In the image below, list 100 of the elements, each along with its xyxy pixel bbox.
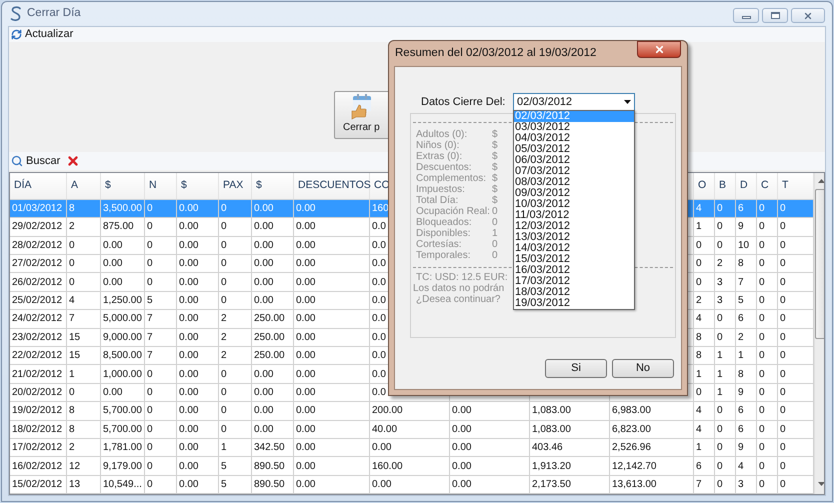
summary-value: $ [492, 184, 498, 195]
table-cell-text: 2 [221, 349, 227, 364]
summary-value: 0 [492, 250, 498, 261]
table-cell-text: 0.00 [179, 257, 198, 272]
table-cell-text: 1,250.00 [103, 294, 142, 308]
table-cell-text: 9 [738, 441, 744, 456]
table-cell-text: 7 [69, 312, 75, 326]
table-cell-text: 0 [147, 220, 153, 234]
table-cell-text: 0.00 [179, 404, 198, 418]
table-cell-text: 6,823.00 [612, 422, 651, 437]
table-cell-text: 0 [780, 220, 786, 234]
table-cell-text: 0 [759, 460, 765, 474]
table-cell-text: 3,500.00 [103, 202, 142, 216]
table-cell-text: 0 [780, 294, 786, 308]
table-cell-text: 1,000.00 [103, 368, 142, 382]
table-cell-text: 0 [717, 422, 723, 437]
table-cell-text: 0 [780, 386, 786, 400]
table-cell-text: 40.00 [372, 422, 398, 437]
table-cell-text: 1,781.00 [103, 441, 142, 456]
table-cell-text: 0 [221, 294, 227, 308]
table-cell-text: 2 [221, 330, 227, 345]
table-cell-text: 0 [759, 276, 765, 290]
table-cell-text: 0.00 [452, 478, 472, 492]
table-cell-text: 28/02/2012 [12, 238, 62, 253]
table-cell-text: 0.00 [103, 257, 122, 272]
table-cell-text: 0 [759, 368, 765, 382]
table-cell-text: 0 [759, 441, 765, 456]
table-cell-text: 0.00 [296, 478, 316, 492]
table-cell-text: 5 [147, 294, 153, 308]
table-cell-text: 0 [221, 404, 227, 418]
table-cell-text: 0 [221, 220, 227, 234]
table-cell-text: 0 [147, 202, 153, 216]
table-cell-text: 0.00 [179, 202, 198, 216]
table-cell-text: 13 [69, 478, 80, 492]
table-cell-text: 0.00 [254, 202, 274, 216]
table-cell-text: 0.00 [103, 238, 122, 253]
window-title: Cerrar Día [27, 6, 81, 22]
table-cell-text: 8,500.00 [103, 349, 142, 364]
date-label: Datos Cierre Del: [421, 94, 506, 110]
table-cell-text: 0 [147, 460, 153, 474]
table-cell-text: 1,913.20 [532, 460, 571, 474]
table-cell-text: 1 [221, 441, 227, 456]
table-cell-text: 0.00 [254, 404, 274, 418]
table-cell-text: 0.00 [296, 404, 316, 418]
table-cell-text: 8 [69, 422, 75, 437]
table-cell-text: 890.50 [254, 460, 285, 474]
table-cell-text: 1,083.00 [532, 422, 571, 437]
table-cell-text: 0.00 [296, 368, 316, 382]
table-cell-text: 6,983.00 [612, 404, 651, 418]
table-cell-text: 250.00 [254, 349, 285, 364]
table-cell-text: 875.00 [103, 220, 134, 234]
table-cell-text: 0 [759, 386, 765, 400]
table-cell-text: 0 [759, 422, 765, 437]
table-cell-text: 0.00 [254, 386, 274, 400]
table-cell-text: 3 [717, 276, 723, 290]
table-cell-text: 0 [759, 220, 765, 234]
table-cell-text: 0.00 [254, 238, 274, 253]
table-cell-text: 18/02/2012 [12, 422, 62, 437]
table-cell-text: 0 [780, 368, 786, 382]
table-cell-text: 250.00 [254, 312, 285, 326]
table-cell-text: 2,526.96 [612, 441, 651, 456]
table-cell-text: 0 [717, 312, 723, 326]
summary-value: 0 [492, 239, 498, 250]
table-cell-text: 0 [221, 368, 227, 382]
summary-note: TC: USD: 12.5 EUR: [415, 272, 508, 283]
table-cell-text: 0 [780, 441, 786, 456]
table-cell-text: 2 [696, 294, 702, 308]
table-cell-text: 1 [696, 441, 702, 456]
table-cell-text: 5 [221, 460, 227, 474]
table-cell-text: 2 [69, 220, 75, 234]
table-cell-text: 1 [717, 368, 723, 382]
summary-label: Disponibles: [416, 228, 472, 239]
table-cell-text: 4 [696, 422, 702, 437]
table-cell-text: 0.00 [103, 386, 122, 400]
table-cell-text: 0 [696, 238, 702, 253]
table-cell-text: 24/02/2012 [12, 312, 62, 326]
table-cell-text: 0.00 [296, 202, 316, 216]
table-cell-text: 5 [738, 294, 744, 308]
table-cell-text: 0.00 [179, 460, 198, 474]
table-cell-text: 4 [696, 312, 702, 326]
table-cell-text: 2 [717, 257, 723, 272]
table-cell-text: 0 [780, 478, 786, 492]
table-cell-text: 890.50 [254, 478, 285, 492]
table-cell-text: 15/02/2012 [12, 478, 62, 492]
table-cell-text: 0.0 [372, 276, 386, 290]
table-cell-text: 0 [717, 441, 723, 456]
table-cell-text: 0.00 [296, 386, 316, 400]
table-cell-text: 13,613.00 [612, 478, 656, 492]
summary-label: Adultos (0): [416, 129, 468, 140]
summary-value: $ [492, 162, 498, 173]
table-cell-text: 0.00 [179, 349, 198, 364]
table-cell-text: 0.00 [296, 257, 316, 272]
table-cell-text: 0.00 [254, 257, 274, 272]
table-cell-text: 342.50 [254, 441, 285, 456]
summary-value: $ [492, 195, 498, 206]
table-cell-text: 1 [717, 386, 723, 400]
table-cell-text: 7 [147, 312, 153, 326]
table-cell-text: 0 [147, 478, 153, 492]
summary-label: Impuestos: [416, 184, 466, 195]
table-cell-text: 0 [696, 257, 702, 272]
